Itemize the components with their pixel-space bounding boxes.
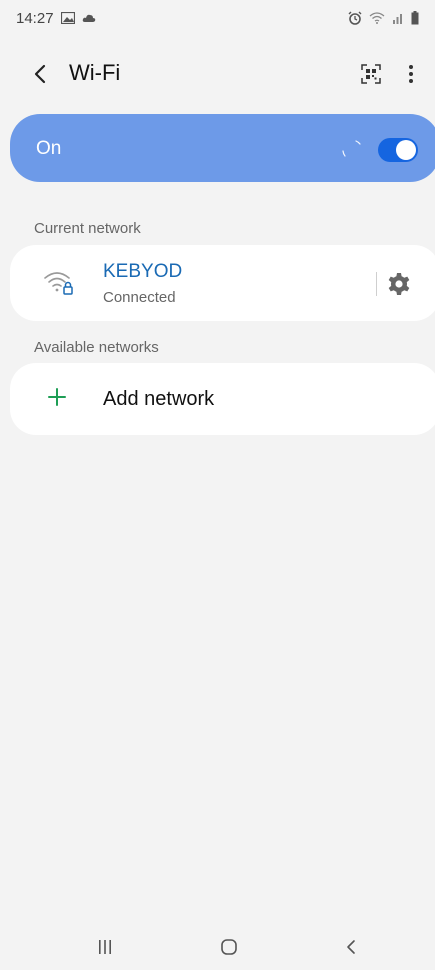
switch-knob [396, 140, 416, 160]
recents-button[interactable] [90, 932, 120, 962]
wifi-switch[interactable] [378, 138, 418, 162]
back-icon [347, 940, 355, 954]
gear-icon[interactable] [387, 272, 411, 296]
status-time: 14:27 [16, 9, 54, 27]
status-left: 14:27 [16, 10, 96, 27]
divider [376, 272, 377, 296]
page-title: Wi-Fi [69, 60, 121, 85]
system-nav-bar [0, 924, 435, 970]
qr-code-button[interactable] [356, 59, 386, 89]
current-network-label: Current network [34, 220, 141, 237]
loading-spinner-icon [342, 140, 361, 157]
cloud-icon [82, 14, 95, 22]
qr-code-icon [361, 64, 381, 84]
plus-icon [48, 388, 66, 406]
app-header: Wi-Fi [0, 48, 435, 100]
signal-icon [393, 14, 402, 24]
add-network-label[interactable]: Add network [103, 388, 214, 411]
nav-back-button[interactable] [336, 932, 366, 962]
more-vertical-icon [409, 65, 413, 83]
status-bar: 14:27 [0, 0, 435, 36]
back-button[interactable] [24, 56, 56, 92]
toggle-label: On [36, 138, 62, 159]
wifi-status-icon [369, 12, 385, 24]
chevron-left-icon [34, 64, 46, 84]
home-icon [221, 939, 237, 955]
status-right [348, 11, 419, 25]
battery-icon [411, 11, 419, 25]
wifi-toggle-bar[interactable]: On [10, 114, 435, 182]
home-button[interactable] [214, 932, 244, 962]
network-status: Connected [103, 289, 176, 306]
gallery-icon [60, 12, 75, 24]
network-name[interactable]: KEBYOD [103, 261, 182, 283]
more-options-button[interactable] [399, 59, 423, 89]
alarm-icon [348, 11, 362, 25]
wifi-lock-icon [44, 272, 73, 295]
add-network-card[interactable] [10, 363, 435, 435]
recents-icon [99, 940, 111, 954]
available-networks-label: Available networks [34, 339, 159, 356]
